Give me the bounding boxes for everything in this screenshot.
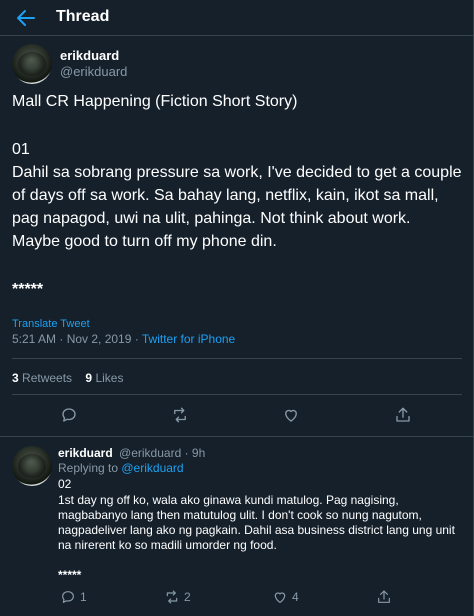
reply-body: 1st day ng off ko, wala ako ginawa kundi… [58, 493, 455, 552]
replying-prefix: Replying to [58, 461, 122, 475]
like-icon [274, 592, 286, 603]
like-icon[interactable] [282, 406, 300, 424]
replying-to: Replying to @erikduard [58, 461, 184, 475]
header: Thread [0, 0, 473, 36]
divider [12, 394, 462, 395]
retweet-icon [166, 590, 178, 604]
retweet-count[interactable]: 3 [12, 371, 19, 385]
tweet-stats: 3 Retweets 9 Likes [12, 371, 123, 385]
translate-tweet-link[interactable]: Translate Tweet [12, 318, 90, 330]
tweet-timestamp[interactable]: 5:21 AM · Nov 2, 2019 · [12, 332, 142, 346]
reply-author-row: erikduard @erikduard · 9h [58, 446, 205, 460]
reply-like-count: 4 [292, 590, 299, 604]
share-icon [378, 590, 390, 603]
replying-to-link[interactable]: @erikduard [121, 461, 183, 475]
reply-author-handle[interactable]: @erikduard · 9h [119, 446, 205, 460]
avatar[interactable] [12, 446, 52, 486]
divider [12, 358, 462, 359]
back-arrow-icon[interactable] [14, 6, 38, 30]
reply-stars: ***** [58, 568, 82, 582]
reply-reply-button[interactable]: 1 [60, 589, 87, 605]
tweet-stars: ***** [12, 281, 44, 298]
reply-part-number: 02 [58, 477, 72, 491]
author-name[interactable]: erikduard [60, 48, 119, 63]
tweet-meta: 5:21 AM · Nov 2, 2019 · Twitter for iPho… [12, 332, 235, 346]
retweets-label[interactable]: Retweets [22, 371, 72, 385]
tweet-body: Dahil sa sobrang pressure sa work, I've … [12, 164, 462, 250]
tweet-title: Mall CR Happening (Fiction Short Story) [12, 93, 298, 110]
reply-icon [62, 591, 74, 603]
reply-reply-count: 1 [80, 590, 87, 604]
reply-retweet-button[interactable]: 2 [164, 589, 191, 605]
likes-label[interactable]: Likes [95, 371, 123, 385]
divider [0, 436, 473, 437]
page-title: Thread [56, 8, 110, 25]
reply-icon[interactable] [60, 406, 78, 424]
like-count[interactable]: 9 [85, 371, 92, 385]
retweet-icon[interactable] [171, 406, 189, 424]
avatar[interactable] [12, 44, 52, 84]
tweet-part-number: 01 [12, 141, 30, 158]
author-handle[interactable]: @erikduard [60, 64, 127, 79]
reply-retweet-count: 2 [184, 590, 191, 604]
thread-view: Thread erikduard @erikduard Mall CR Happ… [0, 0, 474, 616]
reply-share-button[interactable] [376, 589, 396, 605]
reply-author-name[interactable]: erikduard [58, 446, 113, 460]
tweet-source[interactable]: Twitter for iPhone [142, 332, 235, 346]
share-icon[interactable] [394, 406, 412, 424]
reply-like-button[interactable]: 4 [272, 589, 299, 605]
